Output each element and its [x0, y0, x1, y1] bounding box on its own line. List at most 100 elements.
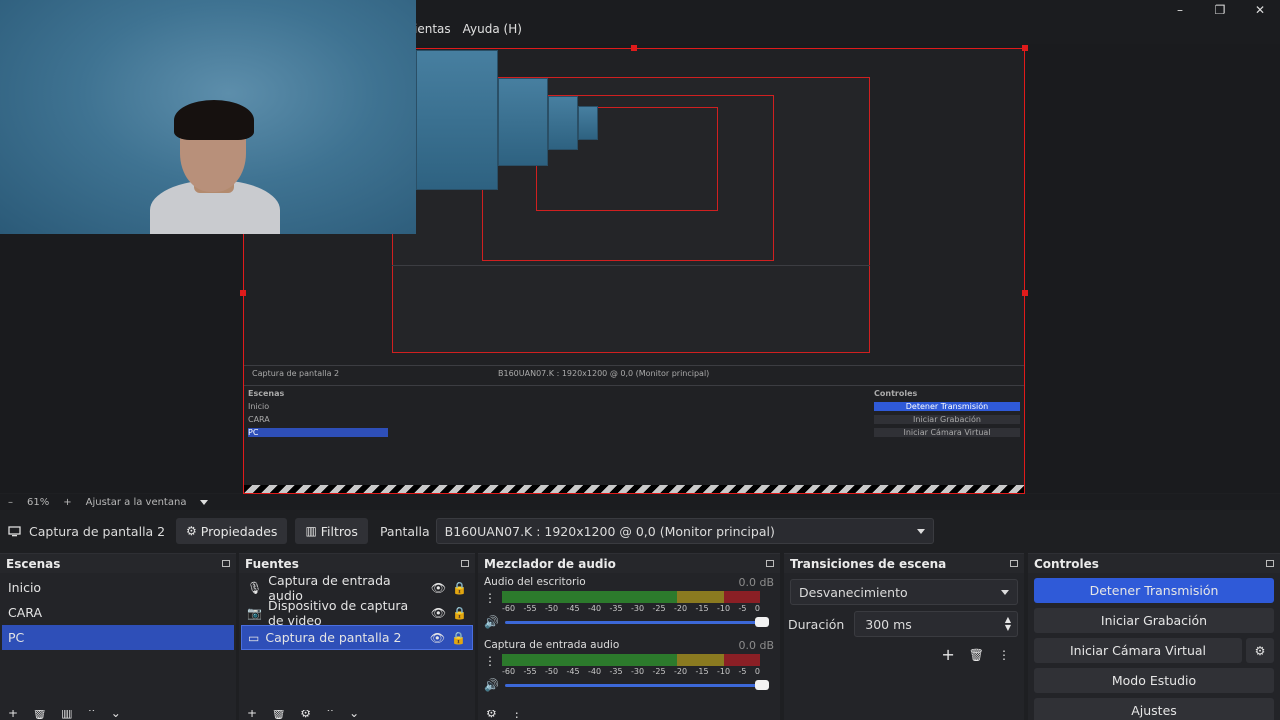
- add-icon[interactable]: +: [8, 710, 18, 720]
- kebab-menu-icon[interactable]: ⋮: [998, 645, 1010, 664]
- meter-tick: -60: [502, 604, 516, 613]
- chevron-up-icon[interactable]: ⌃: [325, 710, 335, 720]
- eye-icon[interactable]: 👁: [431, 606, 446, 620]
- gear-icon[interactable]: ⚙: [300, 710, 311, 720]
- start-virtual-camera-button[interactable]: Iniciar Cámara Virtual: [1034, 638, 1242, 663]
- meter-red-zone: [723, 654, 760, 666]
- scenes-dock: Escenas Inicio CARA PC + 🗑 ▥ ⌃ ⌄: [0, 553, 236, 720]
- trash-icon[interactable]: 🗑: [32, 710, 47, 720]
- zoom-in-button[interactable]: +: [63, 497, 71, 508]
- display-select[interactable]: B160UAN07.K : 1920x1200 @ 0,0 (Monitor p…: [435, 518, 934, 544]
- undock-icon[interactable]: [461, 560, 469, 567]
- close-button[interactable]: ✕: [1240, 0, 1280, 20]
- meter-tick: -30: [631, 604, 645, 613]
- stop-streaming-button[interactable]: Detener Transmisión: [1034, 578, 1274, 603]
- gear-icon[interactable]: ⚙: [486, 710, 497, 720]
- filters-button[interactable]: ▥ Filtros: [295, 518, 368, 544]
- meter-tick: -20: [674, 604, 688, 613]
- lock-icon[interactable]: 🔒: [451, 631, 466, 645]
- eye-icon[interactable]: 👁: [431, 581, 446, 595]
- meter-green-zone: [502, 654, 678, 666]
- sources-dock: Fuentes 🎙 Captura de entrada audio 👁 🔒 📷…: [239, 553, 475, 720]
- meter-tick: -15: [695, 604, 709, 613]
- source-item[interactable]: ▭ Captura de pantalla 2 👁 🔒: [241, 625, 473, 650]
- volume-slider[interactable]: [504, 679, 769, 690]
- volume-slider[interactable]: [504, 616, 769, 627]
- source-item[interactable]: 📷 Dispositivo de captura de video 👁 🔒: [241, 598, 473, 628]
- properties-button[interactable]: ⚙ Propiedades: [176, 518, 288, 544]
- speaker-icon[interactable]: 🔊: [484, 678, 499, 692]
- maximize-button[interactable]: ❐: [1200, 0, 1240, 20]
- resize-handle[interactable]: [631, 45, 637, 51]
- start-recording-button[interactable]: Iniciar Grabación: [1034, 608, 1274, 633]
- scene-item[interactable]: Inicio: [2, 575, 234, 600]
- chevron-up-icon[interactable]: ⌃: [87, 710, 97, 720]
- chevron-down-icon: [916, 528, 925, 534]
- lock-icon[interactable]: 🔒: [452, 581, 467, 595]
- scene-item[interactable]: PC: [2, 625, 234, 650]
- chevron-down-icon[interactable]: ⌄: [111, 710, 121, 720]
- kebab-menu-icon[interactable]: ⋮: [484, 591, 496, 605]
- trash-icon[interactable]: 🗑: [969, 645, 984, 664]
- fit-to-window[interactable]: Ajustar a la ventana: [86, 497, 187, 508]
- channel-name: Captura de entrada audio: [484, 639, 620, 651]
- monitor-icon: [8, 525, 21, 537]
- chevron-down-icon: [1001, 589, 1009, 595]
- meter-tick: -60: [502, 667, 516, 676]
- nested-preview-display: B160UAN07.K : 1920x1200 @ 0,0 (Monitor p…: [498, 369, 710, 378]
- virtual-camera-settings-button[interactable]: ⚙: [1246, 638, 1274, 663]
- meter-tick: -35: [609, 667, 623, 676]
- undock-icon[interactable]: [1266, 560, 1274, 567]
- meter-tick: -45: [566, 667, 580, 676]
- eye-icon[interactable]: 👁: [430, 631, 445, 645]
- add-icon[interactable]: +: [941, 645, 954, 664]
- filter-icon[interactable]: ▥: [61, 710, 72, 720]
- chevron-down-icon[interactable]: ⌄: [349, 710, 359, 720]
- filter-icon: ▥: [305, 524, 317, 538]
- undock-icon[interactable]: [222, 560, 230, 567]
- menu-bar: ientas Ayuda (H): [414, 22, 522, 36]
- menu-item-help[interactable]: Ayuda (H): [463, 22, 522, 36]
- preview-area[interactable]: Captura de pantalla 2 B160UAN07.K : 1920…: [0, 0, 1280, 494]
- zoom-out-button[interactable]: –: [8, 497, 13, 508]
- minimize-button[interactable]: –: [1160, 0, 1200, 20]
- undock-icon[interactable]: [1010, 560, 1018, 567]
- add-icon[interactable]: +: [247, 710, 257, 720]
- meter-tick: -10: [717, 604, 731, 613]
- kebab-menu-icon[interactable]: ⋮: [484, 654, 496, 668]
- display-select-value: B160UAN07.K : 1920x1200 @ 0,0 (Monitor p…: [444, 523, 775, 539]
- virtual-camera-row: Iniciar Cámara Virtual ⚙: [1034, 638, 1274, 663]
- volume-slider-knob[interactable]: [754, 679, 769, 690]
- audio-channel: Captura de entrada audio 0.0 dB ⋮ -60 -55…: [478, 639, 780, 692]
- settings-button[interactable]: Ajustes: [1034, 698, 1274, 720]
- mixer-title: Mezclador de audio: [484, 556, 616, 571]
- resize-handle[interactable]: [1022, 45, 1028, 51]
- resize-handle[interactable]: [1022, 290, 1028, 296]
- chevron-down-icon[interactable]: [200, 499, 209, 505]
- duration-value: 300 ms: [865, 616, 912, 632]
- volume-slider-knob[interactable]: [754, 616, 769, 627]
- studio-mode-button[interactable]: Modo Estudio: [1034, 668, 1274, 693]
- display-label: Pantalla: [379, 523, 430, 539]
- source-item[interactable]: 🎙 Captura de entrada audio 👁 🔒: [241, 573, 473, 603]
- duration-spinbox[interactable]: 300 ms ▲ ▼: [854, 611, 1018, 637]
- camera-icon: 📷: [247, 605, 262, 620]
- meter-tick: 0: [754, 667, 760, 676]
- speaker-icon[interactable]: 🔊: [484, 615, 499, 629]
- resize-handle[interactable]: [240, 290, 246, 296]
- scene-item[interactable]: CARA: [2, 600, 234, 625]
- undock-icon[interactable]: [766, 560, 774, 567]
- sources-footer: + 🗑 ⚙ ⌃ ⌄: [239, 710, 475, 720]
- trash-icon[interactable]: 🗑: [271, 710, 286, 720]
- meter-green-zone: [502, 591, 678, 603]
- meter-tick: -30: [631, 667, 645, 676]
- lock-icon[interactable]: 🔒: [452, 606, 467, 620]
- spin-arrows-icon[interactable]: ▲ ▼: [1005, 616, 1011, 632]
- nested-preview-label: Captura de pantalla 2: [252, 369, 340, 378]
- scenes-dock-title: Escenas: [0, 554, 236, 573]
- channel-name: Audio del escritorio: [484, 576, 586, 588]
- transition-select[interactable]: Desvanecimiento: [790, 579, 1018, 605]
- kebab-menu-icon[interactable]: ⋮: [511, 710, 523, 720]
- menu-item-tools[interactable]: ientas: [414, 22, 451, 36]
- webcam-feed: [0, 0, 416, 234]
